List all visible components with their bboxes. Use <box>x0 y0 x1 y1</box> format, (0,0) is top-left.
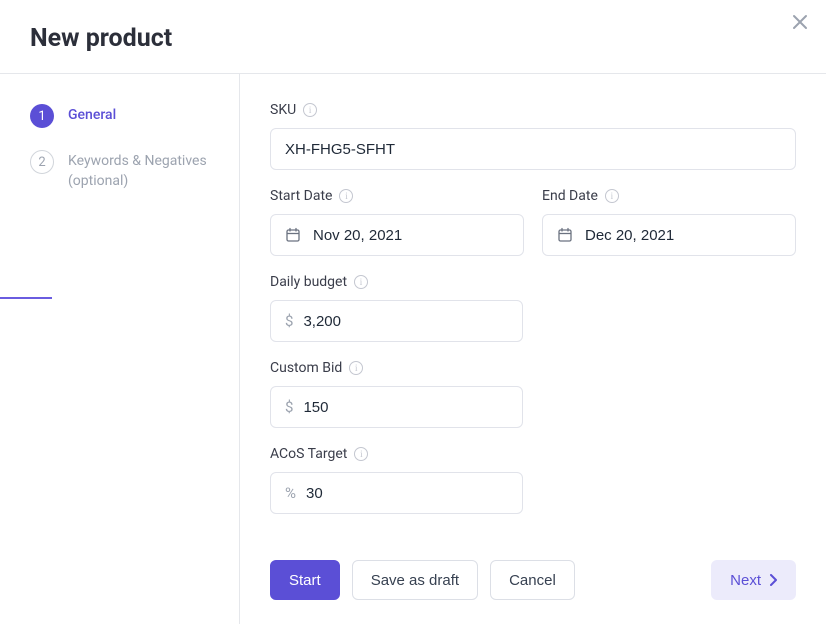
dollar-icon: $ <box>285 312 293 330</box>
form-content: SKU i Start Date i <box>240 74 826 624</box>
percent-icon: % <box>285 484 296 502</box>
step-keywords[interactable]: 2 Keywords & Negatives (optional) <box>30 150 209 191</box>
end-date-label: End Date i <box>542 188 796 204</box>
end-date-value[interactable] <box>585 227 785 244</box>
modal-header: New product <box>0 0 826 74</box>
form-footer: Start Save as draft Cancel Next <box>270 540 796 600</box>
sku-input[interactable] <box>270 128 796 170</box>
save-draft-button[interactable]: Save as draft <box>352 560 478 600</box>
start-button[interactable]: Start <box>270 560 340 600</box>
info-icon[interactable]: i <box>354 447 368 461</box>
step-number-badge: 1 <box>30 104 54 128</box>
start-date-value[interactable] <box>313 227 513 244</box>
start-date-label: Start Date i <box>270 188 524 204</box>
info-icon[interactable]: i <box>354 275 368 289</box>
sku-label: SKU i <box>270 102 796 118</box>
daily-budget-input[interactable]: $ <box>270 300 523 342</box>
custom-bid-input[interactable]: $ <box>270 386 523 428</box>
acos-target-label: ACoS Target i <box>270 446 796 462</box>
cancel-button[interactable]: Cancel <box>490 560 575 600</box>
close-button[interactable] <box>792 14 808 30</box>
calendar-icon <box>557 227 573 243</box>
page-title: New product <box>30 24 172 53</box>
info-icon[interactable]: i <box>605 189 619 203</box>
steps-sidebar: 1 General 2 Keywords & Negatives (option… <box>0 74 240 624</box>
daily-budget-label: Daily budget i <box>270 274 796 290</box>
step-general[interactable]: 1 General <box>30 104 209 128</box>
daily-budget-value[interactable] <box>303 313 512 330</box>
info-icon[interactable]: i <box>349 361 363 375</box>
step-label: General <box>68 104 116 126</box>
end-date-input[interactable] <box>542 214 796 256</box>
start-date-input[interactable] <box>270 214 524 256</box>
calendar-icon <box>285 227 301 243</box>
acos-target-value[interactable] <box>306 485 512 502</box>
info-icon[interactable]: i <box>339 189 353 203</box>
acos-target-input[interactable]: % <box>270 472 523 514</box>
step-label: Keywords & Negatives (optional) <box>68 150 209 191</box>
chevron-right-icon <box>769 574 777 586</box>
next-button[interactable]: Next <box>711 560 796 600</box>
custom-bid-label: Custom Bid i <box>270 360 796 376</box>
step-number-badge: 2 <box>30 150 54 174</box>
custom-bid-value[interactable] <box>303 399 512 416</box>
info-icon[interactable]: i <box>303 103 317 117</box>
close-icon <box>792 14 808 30</box>
dollar-icon: $ <box>285 398 293 416</box>
